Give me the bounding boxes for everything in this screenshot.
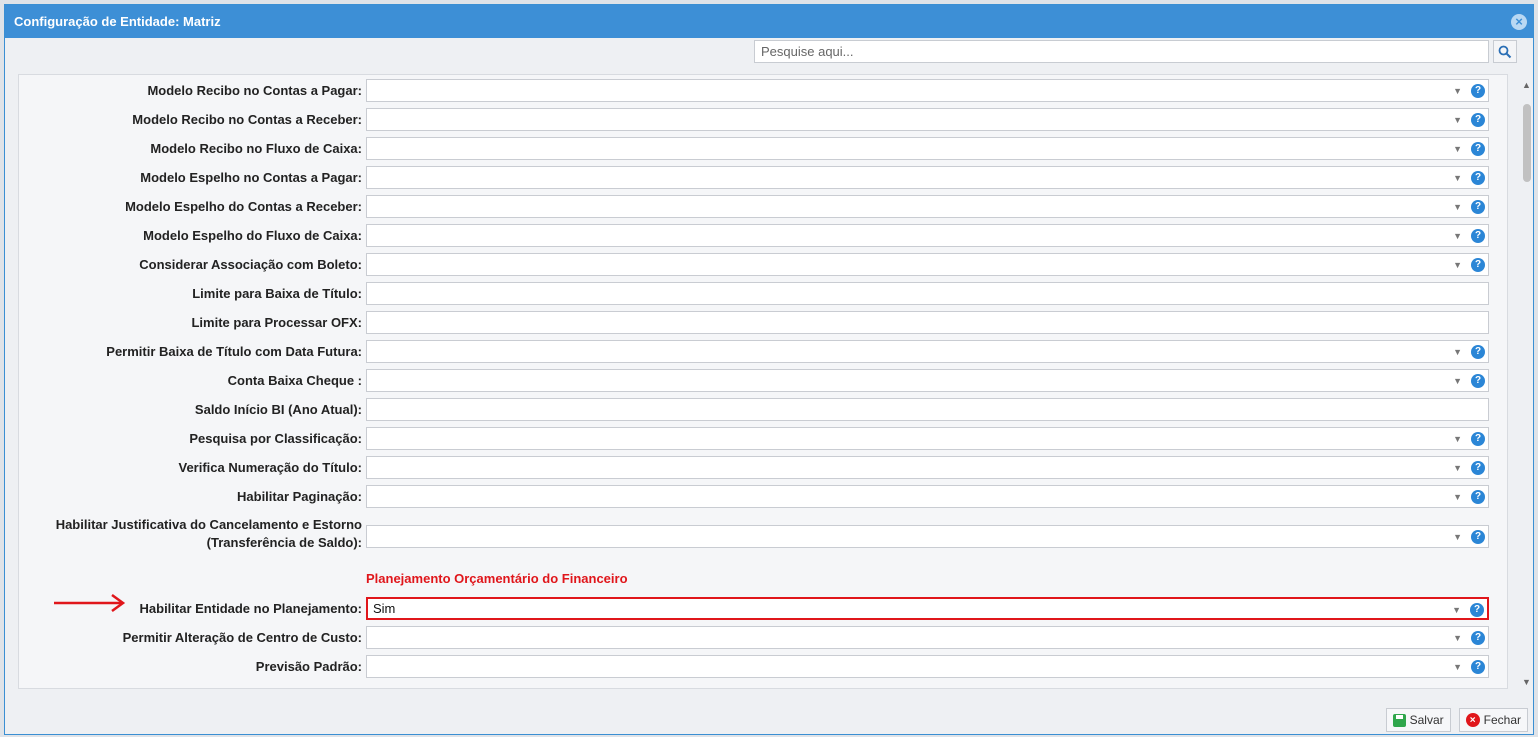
- select-field[interactable]: ▼?: [366, 626, 1489, 649]
- chevron-down-icon[interactable]: ▼: [1453, 167, 1462, 190]
- field-label: Permitir Baixa de Título com Data Futura…: [106, 344, 362, 359]
- save-button[interactable]: Salvar: [1385, 708, 1451, 732]
- field-label: Habilitar Justificativa do Cancelamento …: [19, 516, 362, 552]
- search-button[interactable]: [1493, 40, 1517, 63]
- field-label: Modelo Recibo no Contas a Pagar:: [147, 83, 362, 98]
- field-value: Sim: [373, 601, 396, 616]
- chevron-down-icon[interactable]: ▼: [1453, 225, 1462, 248]
- help-icon[interactable]: ?: [1471, 200, 1485, 214]
- close-button[interactable]: × Fechar: [1458, 708, 1528, 732]
- select-field[interactable]: ▼?: [366, 427, 1489, 450]
- field-label: Habilitar Paginação:: [237, 489, 362, 504]
- chevron-down-icon[interactable]: ▼: [1453, 627, 1462, 650]
- select-field[interactable]: ▼?: [366, 79, 1489, 102]
- text-field[interactable]: [366, 282, 1489, 305]
- field-label: Considerar Associação com Boleto:: [139, 257, 362, 272]
- select-field[interactable]: ▼?: [366, 166, 1489, 189]
- help-icon[interactable]: ?: [1471, 432, 1485, 446]
- search-icon: [1498, 45, 1512, 58]
- form-panel: Modelo Recibo no Contas a Pagar: ▼? Mode…: [18, 74, 1508, 689]
- field-label: Modelo Recibo no Contas a Receber:: [132, 112, 362, 127]
- select-field-highlighted[interactable]: Sim ▼?: [366, 597, 1489, 620]
- help-icon[interactable]: ?: [1471, 229, 1485, 243]
- field-label: Saldo Início BI (Ano Atual):: [194, 402, 362, 417]
- field-label: Conta Baixa Cheque :: [227, 373, 362, 388]
- select-field[interactable]: ▼?: [366, 485, 1489, 508]
- chevron-down-icon[interactable]: ▼: [1453, 428, 1462, 451]
- chevron-down-icon[interactable]: ▼: [1453, 656, 1462, 679]
- dialog-title: Configuração de Entidade: Matriz: [14, 14, 221, 29]
- dialog-footer: Salvar × Fechar: [1385, 708, 1528, 732]
- field-label: Habilitar Entidade no Planejamento:: [139, 601, 362, 616]
- help-icon[interactable]: ?: [1471, 113, 1485, 127]
- scrollbar-thumb[interactable]: [1523, 104, 1531, 182]
- chevron-down-icon[interactable]: ▼: [1452, 599, 1461, 622]
- help-icon[interactable]: ?: [1471, 345, 1485, 359]
- field-label: Limite para Processar OFX:: [191, 315, 362, 330]
- help-icon[interactable]: ?: [1471, 530, 1485, 544]
- vertical-scrollbar[interactable]: ▲ ▼: [1520, 76, 1534, 689]
- chevron-down-icon[interactable]: ▼: [1453, 457, 1462, 480]
- select-field[interactable]: ▼?: [366, 369, 1489, 392]
- select-field[interactable]: ▼?: [366, 655, 1489, 678]
- select-field[interactable]: ▼?: [366, 525, 1489, 548]
- field-label: Permitir Alteração de Centro de Custo:: [122, 630, 362, 645]
- help-icon[interactable]: ?: [1471, 631, 1485, 645]
- select-field[interactable]: ▼?: [366, 224, 1489, 247]
- select-field[interactable]: ▼?: [366, 253, 1489, 276]
- help-icon[interactable]: ?: [1471, 171, 1485, 185]
- scroll-up-icon[interactable]: ▲: [1522, 80, 1531, 90]
- help-icon[interactable]: ?: [1471, 490, 1485, 504]
- text-field[interactable]: [366, 311, 1489, 334]
- help-icon[interactable]: ?: [1470, 603, 1484, 617]
- field-label: Verifica Numeração do Título:: [178, 460, 363, 475]
- save-icon: [1392, 713, 1406, 727]
- chevron-down-icon[interactable]: ▼: [1453, 486, 1462, 509]
- help-icon[interactable]: ?: [1471, 84, 1485, 98]
- field-label: Pesquisa por Classificação:: [189, 431, 362, 446]
- select-field[interactable]: ▼?: [366, 195, 1489, 218]
- select-field[interactable]: ▼?: [366, 108, 1489, 131]
- search-bar: [754, 40, 1517, 63]
- titlebar: Configuração de Entidade: Matriz ×: [5, 5, 1533, 38]
- field-label-line2: (Transferência de Saldo):: [206, 535, 362, 550]
- section-title: Planejamento Orçamentário do Financeiro: [366, 571, 628, 586]
- chevron-down-icon[interactable]: ▼: [1453, 341, 1462, 364]
- help-icon[interactable]: ?: [1471, 660, 1485, 674]
- field-label: Modelo Recibo no Fluxo de Caixa:: [150, 141, 362, 156]
- field-label: Modelo Espelho do Contas a Receber:: [125, 199, 362, 214]
- close-circle-icon: ×: [1465, 713, 1480, 727]
- save-button-label: Salvar: [1409, 713, 1444, 727]
- chevron-down-icon[interactable]: ▼: [1453, 80, 1462, 103]
- help-icon[interactable]: ?: [1471, 142, 1485, 156]
- close-icon[interactable]: ×: [1511, 13, 1527, 30]
- search-input[interactable]: [754, 40, 1489, 63]
- chevron-down-icon[interactable]: ▼: [1453, 196, 1462, 219]
- help-icon[interactable]: ?: [1471, 461, 1485, 475]
- text-field[interactable]: [366, 398, 1489, 421]
- help-icon[interactable]: ?: [1471, 374, 1485, 388]
- chevron-down-icon[interactable]: ▼: [1453, 138, 1462, 161]
- select-field[interactable]: ▼?: [366, 340, 1489, 363]
- field-label-line1: Habilitar Justificativa do Cancelamento …: [55, 517, 362, 532]
- field-label: Modelo Espelho no Contas a Pagar:: [140, 170, 362, 185]
- help-icon[interactable]: ?: [1471, 258, 1485, 272]
- field-label: Modelo Espelho do Fluxo de Caixa:: [143, 228, 362, 243]
- field-label: Limite para Baixa de Título:: [192, 286, 362, 301]
- select-field[interactable]: ▼?: [366, 137, 1489, 160]
- close-button-label: Fechar: [1483, 713, 1521, 727]
- chevron-down-icon[interactable]: ▼: [1453, 254, 1462, 277]
- field-label: Previsão Padrão:: [255, 659, 362, 674]
- chevron-down-icon[interactable]: ▼: [1453, 370, 1462, 393]
- scroll-down-icon[interactable]: ▼: [1522, 677, 1531, 687]
- chevron-down-icon[interactable]: ▼: [1453, 526, 1462, 549]
- chevron-down-icon[interactable]: ▼: [1453, 109, 1462, 132]
- select-field[interactable]: ▼?: [366, 456, 1489, 479]
